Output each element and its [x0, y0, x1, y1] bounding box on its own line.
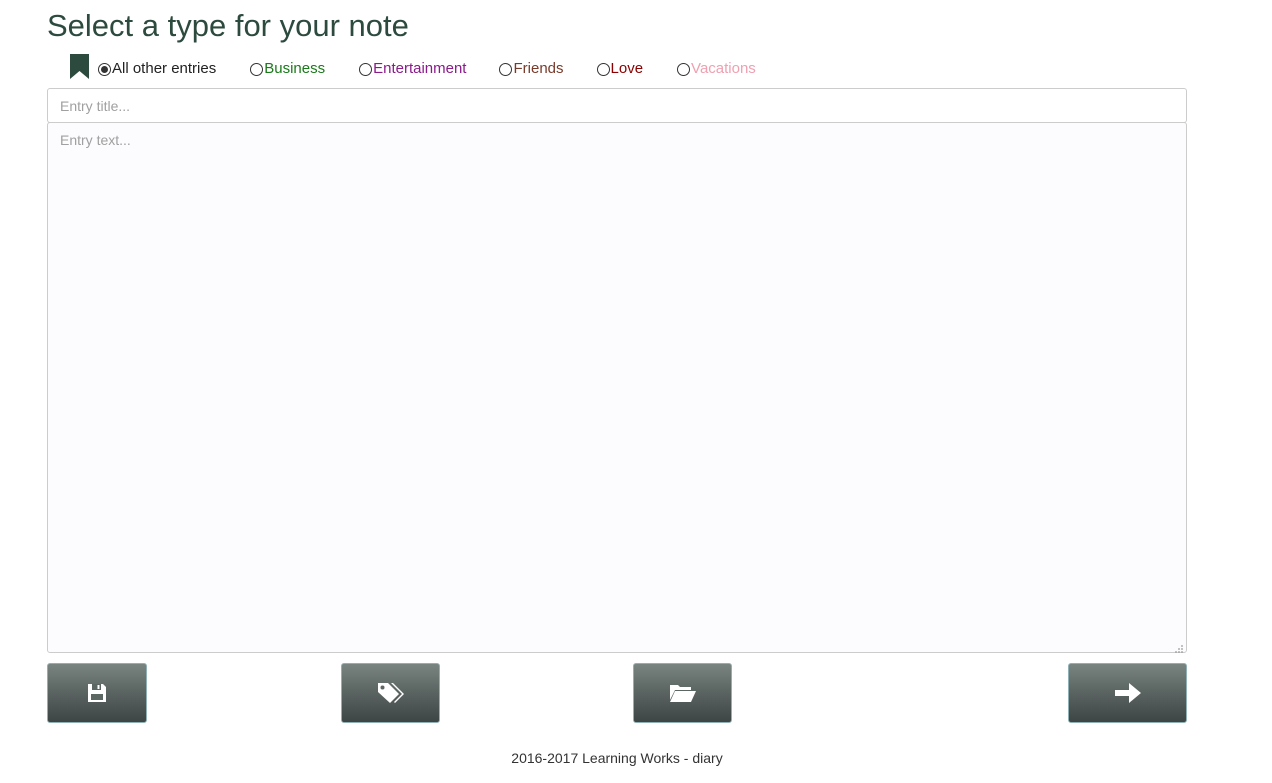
note-type-label: Entertainment: [373, 60, 467, 77]
radio-button[interactable]: [677, 62, 691, 76]
radio-button[interactable]: [250, 62, 264, 76]
note-type-label: Love: [610, 60, 644, 77]
diary-page: Select a type for your note All other en…: [0, 0, 1272, 783]
note-type-option-business[interactable]: Business: [250, 60, 325, 78]
bookmark-icon: [70, 53, 89, 79]
note-type-label: Business: [264, 60, 326, 77]
note-type-option-friends[interactable]: Friends: [499, 60, 564, 78]
note-type-option-vacations[interactable]: Vacations: [677, 60, 756, 78]
note-type-option-all[interactable]: All other entries: [98, 60, 216, 78]
open-button[interactable]: [633, 663, 732, 723]
note-type-option-entertainment[interactable]: Entertainment: [359, 60, 466, 78]
note-type-label: All other entries: [112, 60, 217, 77]
note-type-selector: All other entries Business Entertainment…: [70, 53, 756, 84]
tags-icon: [377, 681, 405, 705]
note-type-label: Friends: [513, 60, 564, 77]
entry-text-area[interactable]: [47, 122, 1187, 653]
save-button[interactable]: [47, 663, 147, 723]
arrow-right-icon: [1114, 681, 1142, 705]
folder-open-icon: [669, 682, 697, 704]
radio-button[interactable]: [98, 62, 111, 76]
entry-title-input[interactable]: [47, 88, 1187, 123]
note-type-option-love[interactable]: Love: [596, 60, 644, 78]
resize-grip-icon[interactable]: [1174, 641, 1184, 653]
footer-text: 2016-2017 Learning Works - diary: [511, 750, 723, 766]
note-type-label: Vacations: [691, 60, 756, 77]
tags-button[interactable]: [341, 663, 440, 723]
page-title: Select a type for your note: [47, 8, 409, 43]
next-button[interactable]: [1068, 663, 1187, 723]
floppy-disk-icon: [87, 683, 107, 703]
radio-button[interactable]: [499, 62, 513, 76]
radio-button[interactable]: [359, 62, 373, 76]
radio-button[interactable]: [596, 62, 610, 76]
